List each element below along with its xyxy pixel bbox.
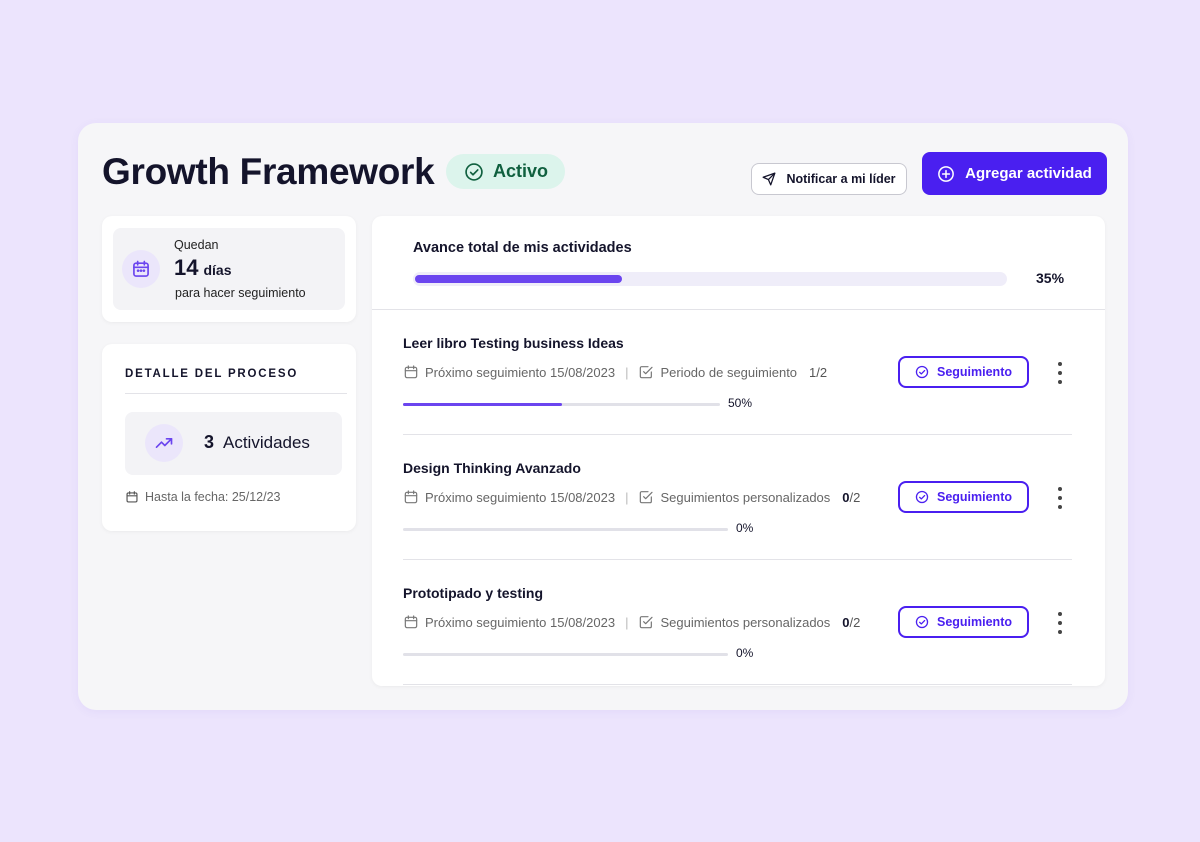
followup-button[interactable]: Seguimiento xyxy=(898,606,1029,638)
followup-count-total: /2 xyxy=(849,614,861,630)
check-circle-icon xyxy=(915,365,929,379)
activity-item: Design Thinking Avanzado Próximo seguimi… xyxy=(403,435,1072,560)
activities-count: 3 xyxy=(204,432,215,452)
total-progress-bar xyxy=(413,272,1007,286)
activity-progress-bar xyxy=(403,653,728,656)
followup-button[interactable]: Seguimiento xyxy=(898,481,1029,513)
total-progress-fill xyxy=(415,275,622,283)
send-icon xyxy=(762,172,776,186)
activity-item: Prototipado y testing Próximo seguimient… xyxy=(403,560,1072,685)
page-title: Growth Framework xyxy=(102,151,435,192)
followup-button[interactable]: Seguimiento xyxy=(898,356,1029,388)
process-detail-title: DETALLE DEL PROCESO xyxy=(125,368,299,380)
calendar-icon xyxy=(126,491,138,503)
checkbox-icon xyxy=(640,366,654,379)
meta-separator: | xyxy=(625,489,629,505)
followup-button-label: Seguimiento xyxy=(936,490,1012,504)
deadline-date-label: Hasta la fecha: 25/12/23 xyxy=(145,490,281,504)
growth-framework-panel: Growth Framework Activo Notificar a mi l… xyxy=(78,123,1128,710)
activity-progress-percent: 50% xyxy=(728,396,753,410)
activity-progress-bar xyxy=(403,403,720,406)
followup-count: 1/2 xyxy=(809,365,827,380)
days-remaining-card: Quedan 14 días para hacer seguimiento xyxy=(102,216,356,322)
activity-meta: Próximo seguimiento 15/08/2023 | Periodo… xyxy=(403,364,827,380)
followup-count-done: 0 xyxy=(842,614,850,630)
activity-name: Design Thinking Avanzado xyxy=(403,460,581,476)
activity-progress-percent: 0% xyxy=(736,646,754,660)
more-options-icon[interactable] xyxy=(1053,362,1067,384)
activity-name: Prototipado y testing xyxy=(403,585,543,601)
total-progress-percent: 35% xyxy=(1036,270,1065,286)
check-circle-icon xyxy=(915,490,929,504)
more-options-icon[interactable] xyxy=(1053,612,1067,634)
period-label: Periodo de seguimiento xyxy=(660,364,798,380)
days-remaining-box: Quedan 14 días para hacer seguimiento xyxy=(113,228,345,310)
followup-button-label: Seguimiento xyxy=(936,365,1012,379)
divider xyxy=(403,684,1072,685)
notify-leader-button[interactable]: Notificar a mi líder xyxy=(751,163,907,195)
meta-separator: | xyxy=(625,364,629,380)
notify-leader-label: Notificar a mi líder xyxy=(786,172,896,186)
days-unit: días xyxy=(203,262,232,278)
followup-button-label: Seguimiento xyxy=(936,615,1012,629)
calendar-icon xyxy=(404,615,418,629)
next-followup: Próximo seguimiento 15/08/2023 xyxy=(425,364,616,380)
activity-item: Leer libro Testing business Ideas Próxim… xyxy=(403,310,1072,435)
activity-meta: Próximo seguimiento 15/08/2023 | Seguimi… xyxy=(403,489,860,505)
process-detail-card: DETALLE DEL PROCESO 3 Actividades Hasta … xyxy=(102,344,356,531)
followup-count-total: 1/2 xyxy=(809,364,828,380)
followup-count-done: 0 xyxy=(842,489,850,505)
plus-circle-icon xyxy=(938,165,955,182)
deadline-date: Hasta la fecha: 25/12/23 xyxy=(125,490,281,504)
activity-name: Leer libro Testing business Ideas xyxy=(403,335,624,351)
calendar-icon xyxy=(404,490,418,504)
check-circle-icon xyxy=(465,162,483,181)
activities-card: Avance total de mis actividades 35% Leer… xyxy=(372,216,1105,686)
status-badge: Activo xyxy=(446,154,565,189)
days-value: 14 xyxy=(174,255,199,280)
days-icon-badge xyxy=(122,250,160,288)
add-activity-button[interactable]: Agregar actividad xyxy=(922,152,1107,195)
followup-count: 0/2 xyxy=(842,615,860,630)
days-count: 14 días xyxy=(174,255,232,281)
more-options-icon[interactable] xyxy=(1053,487,1067,509)
total-progress-label: Avance total de mis actividades xyxy=(413,240,632,256)
calendar-icon xyxy=(133,260,149,277)
calendar-icon xyxy=(404,365,418,379)
activity-progress-percent: 0% xyxy=(736,521,754,535)
checkbox-icon xyxy=(640,491,654,504)
check-circle-icon xyxy=(915,615,929,629)
next-followup: Próximo seguimiento 15/08/2023 xyxy=(425,489,616,505)
status-label: Activo xyxy=(493,161,549,181)
activity-meta: Próximo seguimiento 15/08/2023 | Seguimi… xyxy=(403,614,860,630)
next-followup: Próximo seguimiento 15/08/2023 xyxy=(425,614,616,630)
days-remaining-label: Quedan xyxy=(174,238,219,252)
checkbox-icon xyxy=(640,616,654,629)
activities-label: Actividades xyxy=(223,433,310,452)
activities-icon-badge xyxy=(145,424,183,462)
days-subtitle: para hacer seguimiento xyxy=(175,286,306,300)
add-activity-label: Agregar actividad xyxy=(965,165,1092,182)
divider xyxy=(125,393,347,394)
followup-count-total: /2 xyxy=(849,489,861,505)
period-label: Seguimientos personalizados xyxy=(660,614,831,630)
period-label: Seguimientos personalizados xyxy=(660,489,831,505)
activity-progress-bar xyxy=(403,528,728,531)
meta-separator: | xyxy=(625,614,629,630)
followup-count: 0/2 xyxy=(842,490,860,505)
activity-progress-fill xyxy=(403,403,562,406)
activities-count-box: 3 Actividades xyxy=(125,412,342,475)
trending-up-icon xyxy=(155,438,173,448)
